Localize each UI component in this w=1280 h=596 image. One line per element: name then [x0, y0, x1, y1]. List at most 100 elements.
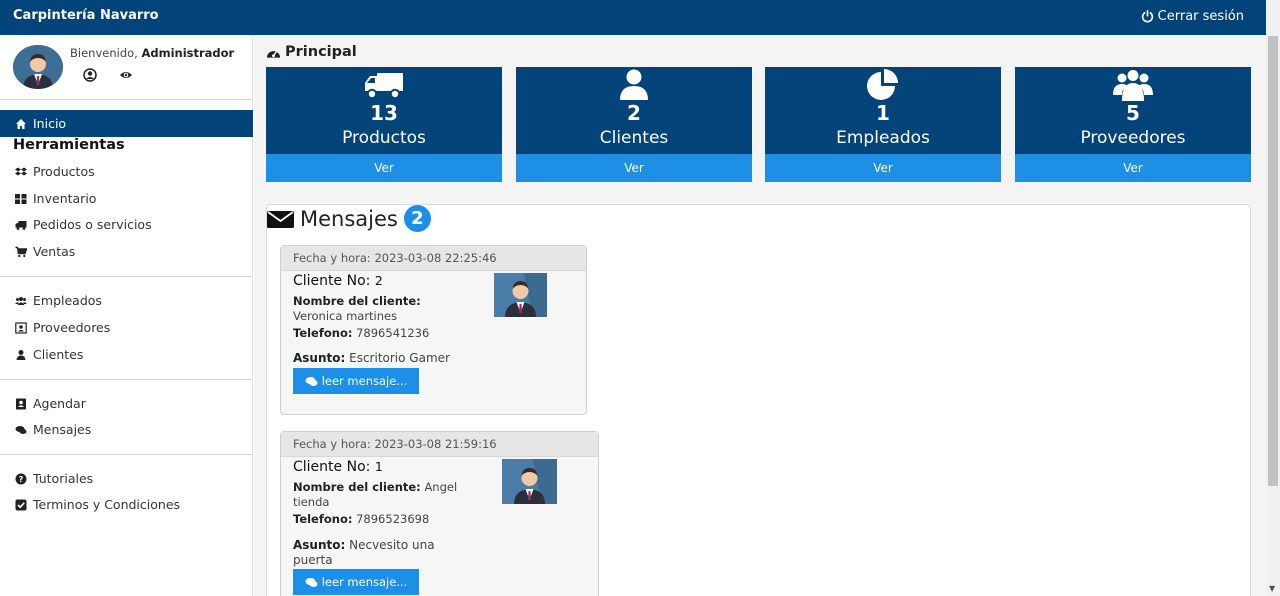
stat-label: Proveedores — [1080, 128, 1186, 148]
phone-value: 7896541236 — [356, 326, 430, 340]
sidebar-item-label: Productos — [33, 164, 95, 179]
avatar — [13, 45, 63, 89]
sidebar-item-inicio[interactable]: Inicio — [0, 110, 253, 137]
stat-view-link[interactable]: Ver — [266, 154, 502, 182]
sidebar-item-mensajes[interactable]: Mensajes — [15, 422, 91, 437]
message-subject: Asunto: Necvesito una puerta — [293, 538, 443, 568]
sidebar-item-label: Clientes — [33, 347, 84, 362]
stat-card-empleados[interactable]: 1 Empleados Ver — [765, 67, 1001, 182]
client-no-label: Cliente No: — [293, 459, 371, 475]
address-book-icon — [16, 398, 26, 409]
message-client-no: Cliente No: 1 — [293, 459, 383, 475]
eye-icon[interactable] — [119, 68, 133, 82]
sidebar-item-clientes[interactable]: Clientes — [15, 347, 83, 362]
section-title-herramientas: Herramientas — [13, 137, 125, 153]
phone-value: 7896523698 — [356, 512, 430, 526]
message-date: Fecha y hora: 2023-03-08 22:25:46 — [281, 246, 586, 271]
message-card: Fecha y hora: 2023-03-08 22:25:46 Client… — [280, 245, 587, 415]
comments-icon — [305, 376, 318, 386]
stat-count: 1 — [876, 101, 890, 125]
client-name-label: Nombre del cliente: — [293, 294, 421, 308]
client-name-value: Veronica martines — [293, 309, 398, 323]
sidebar-item-label: Mensajes — [33, 422, 92, 437]
sidebar-item-productos[interactable]: Productos — [15, 164, 95, 179]
message-client-no: Cliente No: 2 — [293, 273, 383, 289]
phone-label: Telefono: — [293, 512, 353, 526]
message-phone: Telefono: 7896541236 — [293, 326, 429, 341]
user-circle-icon[interactable] — [83, 68, 97, 82]
page-title-text: Principal — [285, 44, 357, 60]
message-client-name: Nombre del cliente: Veronica martines — [293, 294, 483, 324]
message-date: Fecha y hora: 2023-03-08 21:59:16 — [281, 432, 598, 457]
sidebar-item-inventario[interactable]: Inventario — [15, 191, 96, 206]
sidebar-item-label: Ventas — [33, 244, 76, 259]
stat-view-link[interactable]: Ver — [765, 154, 1001, 182]
messages-panel: Mensajes 2 Fecha y hora: 2023-03-08 22:2… — [266, 204, 1251, 596]
svg-text:?: ? — [19, 475, 24, 484]
sidebar-item-terminos[interactable]: Terminos y Condiciones — [15, 497, 180, 512]
vertical-scrollbar[interactable]: ▼ — [1266, 0, 1280, 596]
sidebar-item-agendar[interactable]: Agendar — [15, 396, 86, 411]
power-icon — [1141, 10, 1153, 23]
user-actions — [83, 68, 133, 82]
pie-chart-icon — [867, 69, 898, 100]
cart-icon — [15, 246, 27, 257]
welcome-text: Bienvenido, Administrador — [70, 46, 234, 60]
user-icon — [620, 69, 648, 100]
subject-label: Asunto: — [293, 351, 346, 365]
scroll-down-arrow-icon[interactable]: ▼ — [1269, 584, 1275, 593]
checkbox-icon — [15, 499, 27, 510]
sidebar-divider — [0, 276, 253, 277]
logout-button[interactable]: Cerrar sesión — [1141, 9, 1244, 24]
user-panel: Bienvenido, Administrador — [13, 45, 253, 101]
comments-icon — [15, 425, 27, 434]
comments-icon — [305, 577, 318, 587]
sidebar-divider — [0, 379, 253, 380]
phone-label: Telefono: — [293, 326, 353, 340]
sidebar-item-empleados[interactable]: Empleados — [15, 293, 102, 308]
envelope-icon — [267, 210, 294, 228]
dropbox-icon — [15, 167, 27, 175]
stat-view-link[interactable]: Ver — [1015, 154, 1251, 182]
client-name-label: Nombre del cliente: — [293, 480, 421, 494]
stat-card-proveedores[interactable]: 5 Proveedores Ver — [1015, 67, 1251, 182]
user-icon — [16, 349, 26, 360]
stat-count: 2 — [627, 101, 641, 125]
scrollbar-thumb[interactable] — [1268, 36, 1278, 486]
sidebar-item-label: Inicio — [33, 116, 67, 131]
client-no-value: 1 — [374, 459, 383, 474]
read-message-button[interactable]: leer mensaje... — [293, 368, 419, 394]
page-title: Principal — [266, 44, 357, 60]
client-no-label: Cliente No: — [293, 273, 371, 289]
stat-view-link[interactable]: Ver — [516, 154, 752, 182]
main-content: Principal 13 Productos Ver 2 Clientes Ve… — [254, 35, 1266, 596]
sidebar-item-ventas[interactable]: Ventas — [15, 244, 75, 259]
home-icon — [16, 118, 26, 129]
logout-label: Cerrar sesión — [1157, 9, 1244, 24]
brand-title[interactable]: Carpintería Navarro — [13, 8, 159, 23]
stat-card-clientes[interactable]: 2 Clientes Ver — [516, 67, 752, 182]
contact-card-icon — [15, 321, 27, 334]
messages-title: Mensajes 2 — [267, 205, 431, 232]
sidebar-item-label: Empleados — [33, 293, 102, 308]
sidebar: Bienvenido, Administrador Inicio Herrami… — [0, 35, 253, 596]
message-card: Fecha y hora: 2023-03-08 21:59:16 Client… — [280, 431, 599, 596]
subject-value: Escritorio Gamer — [349, 351, 450, 365]
stat-label: Empleados — [836, 128, 930, 148]
stat-count: 13 — [370, 101, 398, 125]
welcome-user: Administrador — [141, 46, 235, 60]
users-icon — [1113, 70, 1153, 101]
truck-icon — [365, 73, 403, 100]
stat-card-productos[interactable]: 13 Productos Ver — [266, 67, 502, 182]
sidebar-item-pedidos[interactable]: Pedidos o servicios — [15, 217, 152, 232]
subject-label: Asunto: — [293, 538, 346, 552]
sidebar-item-label: Inventario — [33, 191, 97, 206]
read-message-button[interactable]: leer mensaje... — [293, 569, 419, 595]
sidebar-item-label: Agendar — [33, 396, 86, 411]
sidebar-item-proveedores[interactable]: Proveedores — [15, 320, 110, 335]
messages-title-text: Mensajes — [300, 206, 398, 231]
client-photo — [494, 273, 547, 317]
sidebar-item-tutoriales[interactable]: ? Tutoriales — [15, 471, 93, 486]
sidebar-item-label: Proveedores — [33, 320, 111, 335]
sidebar-item-label: Terminos y Condiciones — [33, 497, 181, 512]
